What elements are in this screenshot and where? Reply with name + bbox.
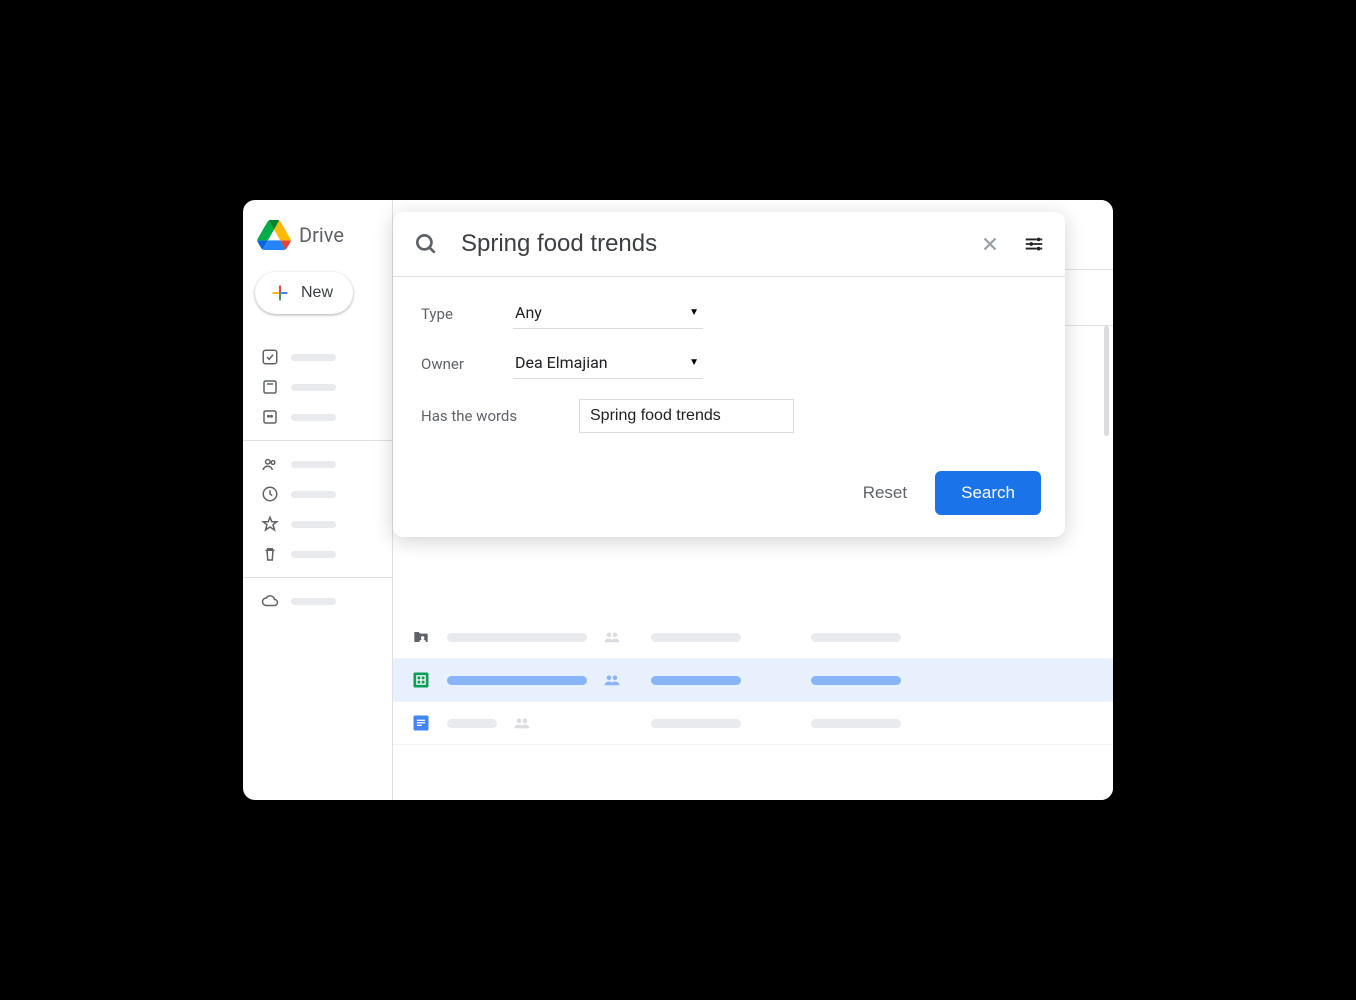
owner-select[interactable]: Dea Elmajian ▼	[513, 349, 703, 379]
sidebar-item-shared-with-me[interactable]	[243, 449, 392, 479]
file-name-placeholder	[447, 676, 587, 685]
nav-placeholder	[291, 521, 336, 528]
search-icon	[413, 231, 439, 257]
nav-placeholder	[291, 598, 336, 605]
sidebar-item-starred[interactable]	[243, 509, 392, 539]
star-icon	[261, 515, 279, 533]
sidebar-item-priority[interactable]	[243, 342, 392, 372]
sidebar: Drive New	[243, 200, 393, 800]
reset-button[interactable]: Reset	[863, 483, 907, 503]
file-list	[393, 616, 1113, 745]
nav-group-2	[243, 440, 392, 577]
people-icon	[603, 674, 621, 686]
nav-group-3	[243, 577, 392, 624]
new-button[interactable]: New	[255, 272, 353, 314]
main-area: Type Any ▼ Owner Dea Elmajian ▼ Has the …	[393, 200, 1113, 800]
people-icon	[261, 455, 279, 473]
file-meta-placeholder	[811, 676, 901, 685]
file-row[interactable]	[393, 616, 1113, 659]
sidebar-item-trash[interactable]	[243, 539, 392, 569]
drive-window: Drive New	[243, 200, 1113, 800]
nav-placeholder	[291, 354, 336, 361]
advanced-search-panel: Type Any ▼ Owner Dea Elmajian ▼ Has the …	[393, 212, 1065, 537]
search-button[interactable]: Search	[935, 471, 1041, 515]
scrollbar[interactable]	[1104, 326, 1109, 436]
trash-icon	[261, 545, 279, 563]
filter-row-type: Type Any ▼	[421, 299, 1037, 329]
nav-group-1	[243, 334, 392, 440]
filter-label-type: Type	[421, 305, 513, 323]
dropdown-arrow-icon: ▼	[689, 307, 699, 318]
sidebar-item-my-drive[interactable]	[243, 372, 392, 402]
file-meta-placeholder	[651, 676, 741, 685]
close-icon[interactable]	[979, 233, 1001, 255]
sidebar-item-storage[interactable]	[243, 586, 392, 616]
clock-icon	[261, 485, 279, 503]
people-icon	[513, 717, 531, 729]
folder-shared-icon	[411, 627, 431, 647]
file-name-placeholder	[447, 719, 497, 728]
sheets-icon	[411, 670, 431, 690]
search-bar	[393, 212, 1065, 277]
plus-icon	[269, 282, 291, 304]
file-row[interactable]	[393, 659, 1113, 702]
filter-label-words: Has the words	[421, 407, 579, 425]
app-name: Drive	[299, 223, 344, 247]
file-name-placeholder	[447, 633, 587, 642]
nav-placeholder	[291, 551, 336, 558]
nav-placeholder	[291, 491, 336, 498]
search-filters: Type Any ▼ Owner Dea Elmajian ▼ Has the …	[393, 277, 1065, 461]
new-button-label: New	[301, 284, 333, 302]
shared-drive-icon	[261, 408, 279, 426]
owner-select-value: Dea Elmajian	[515, 353, 608, 372]
has-words-input[interactable]	[579, 399, 794, 433]
sidebar-item-shared-drives[interactable]	[243, 402, 392, 432]
file-meta-placeholder	[811, 719, 901, 728]
tune-icon[interactable]	[1023, 233, 1045, 255]
nav-placeholder	[291, 414, 336, 421]
people-icon	[603, 631, 621, 643]
nav-placeholder	[291, 461, 336, 468]
type-select[interactable]: Any ▼	[513, 299, 703, 329]
type-select-value: Any	[515, 303, 542, 322]
drive-logo-icon	[257, 220, 291, 250]
filter-row-words: Has the words	[421, 399, 1037, 433]
file-meta-placeholder	[811, 633, 901, 642]
file-meta-placeholder	[651, 633, 741, 642]
file-meta-placeholder	[651, 719, 741, 728]
file-row[interactable]	[393, 702, 1113, 745]
logo-row: Drive	[243, 216, 392, 268]
filter-label-owner: Owner	[421, 355, 513, 373]
search-actions: Reset Search	[393, 461, 1065, 537]
cloud-icon	[261, 592, 279, 610]
dropdown-arrow-icon: ▼	[689, 357, 699, 368]
search-input[interactable]	[461, 230, 957, 258]
docs-icon	[411, 713, 431, 733]
nav-placeholder	[291, 384, 336, 391]
filter-row-owner: Owner Dea Elmajian ▼	[421, 349, 1037, 379]
check-square-icon	[261, 348, 279, 366]
drive-outline-icon	[261, 378, 279, 396]
sidebar-item-recent[interactable]	[243, 479, 392, 509]
